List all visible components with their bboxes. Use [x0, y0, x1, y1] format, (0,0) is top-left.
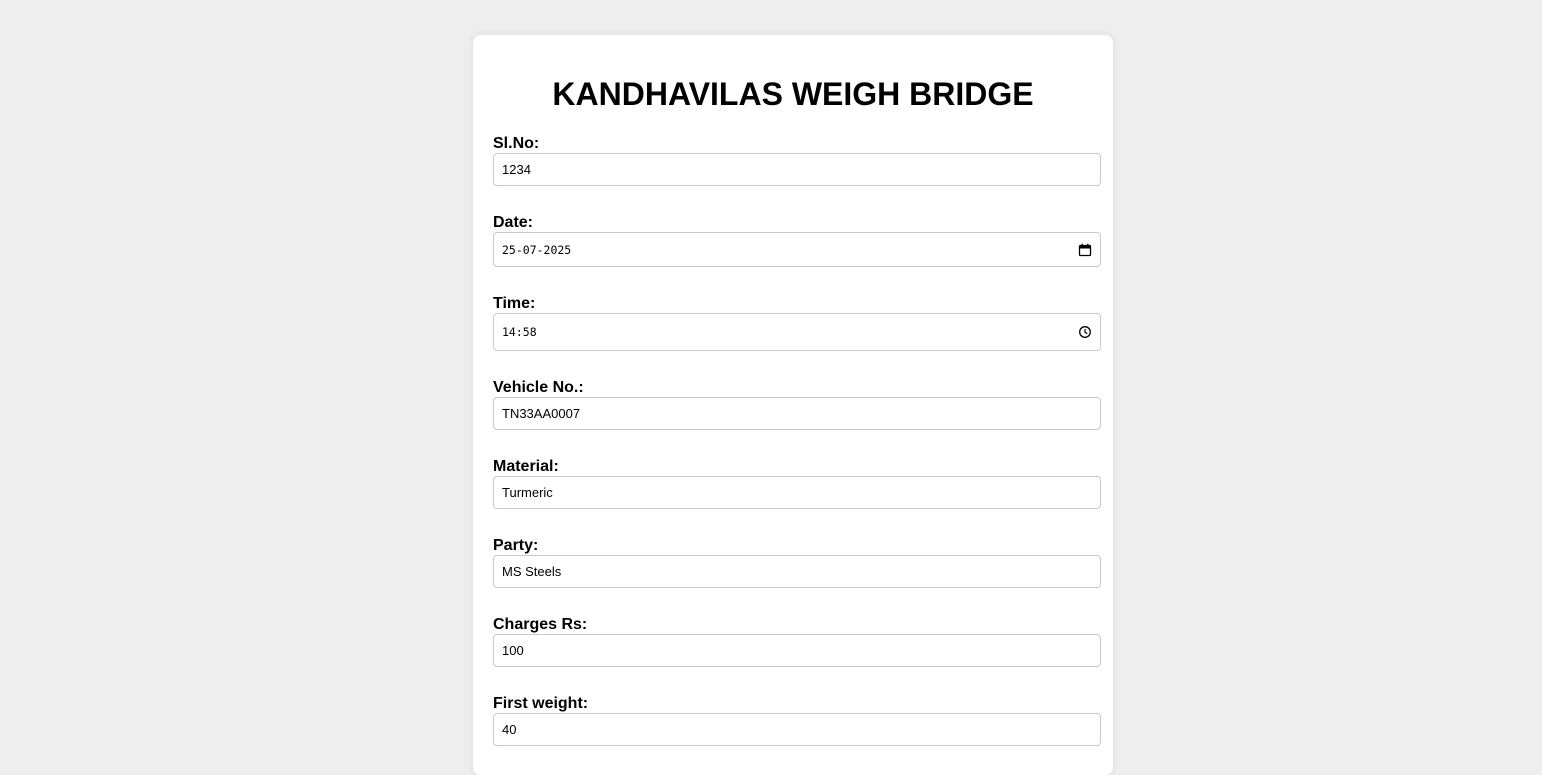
field-first-weight: First weight: 40 — [493, 695, 1101, 746]
field-vehicle-no: Vehicle No.: TN33AA0007 — [493, 379, 1101, 430]
time-label: Time: — [493, 295, 536, 312]
material-value: Turmeric — [502, 485, 553, 500]
clock-icon[interactable] — [1078, 325, 1092, 339]
material-label: Material: — [493, 458, 559, 475]
charges-label: Charges Rs: — [493, 616, 588, 633]
first-weight-input[interactable]: 40 — [493, 713, 1101, 746]
sl-no-input[interactable]: 1234 — [493, 153, 1101, 186]
time-input[interactable]: 14:58 — [493, 313, 1101, 351]
date-value: 25-07-2025 — [502, 242, 572, 257]
sl-no-label: Sl.No: — [493, 135, 540, 152]
time-value: 14:58 — [502, 325, 537, 339]
first-weight-label: First weight: — [493, 695, 589, 712]
date-input[interactable]: 25-07-2025 — [493, 232, 1101, 267]
charges-input[interactable]: 100 — [493, 634, 1101, 667]
field-time: Time: 14:58 — [493, 295, 1101, 351]
vehicle-no-input[interactable]: TN33AA0007 — [493, 397, 1101, 430]
party-label: Party: — [493, 537, 539, 554]
field-material: Material: Turmeric — [493, 458, 1101, 509]
first-weight-value: 40 — [502, 722, 517, 737]
vehicle-no-value: TN33AA0007 — [502, 406, 581, 421]
party-input[interactable]: MS Steels — [493, 555, 1101, 588]
field-charges: Charges Rs: 100 — [493, 616, 1101, 667]
field-date: Date: 25-07-2025 — [493, 214, 1101, 267]
weigh-bridge-form-card: KANDHAVILAS WEIGH BRIDGE Sl.No: 1234 Dat… — [473, 35, 1113, 775]
page-title: KANDHAVILAS WEIGH BRIDGE — [552, 76, 1034, 112]
date-label: Date: — [493, 214, 534, 231]
calendar-icon[interactable] — [1078, 243, 1092, 257]
party-value: MS Steels — [502, 564, 562, 579]
material-input[interactable]: Turmeric — [493, 476, 1101, 509]
charges-value: 100 — [502, 643, 524, 658]
vehicle-no-label: Vehicle No.: — [493, 379, 584, 396]
field-sl-no: Sl.No: 1234 — [493, 135, 1101, 186]
field-party: Party: MS Steels — [493, 537, 1101, 588]
sl-no-value: 1234 — [502, 162, 531, 177]
